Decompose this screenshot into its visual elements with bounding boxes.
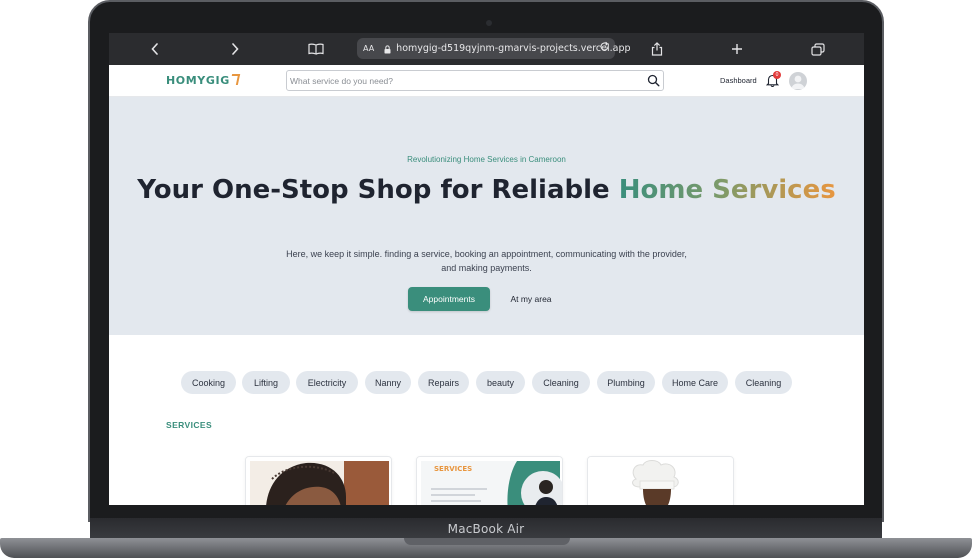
safari-toolbar: AA homygig-d519qyjnm-gmarvis-projects.ve…: [109, 33, 864, 65]
bookmarks-icon[interactable]: [306, 39, 326, 59]
service-card[interactable]: [587, 456, 734, 505]
new-tab-icon[interactable]: [727, 39, 747, 59]
card-banner-title: SERVICES: [434, 465, 473, 473]
search-input[interactable]: [287, 75, 637, 86]
url-text: homygig-d519qyjnm-gmarvis-projects.verce…: [396, 43, 631, 54]
camera-dot: [486, 20, 492, 26]
category-chip[interactable]: Repairs: [418, 371, 469, 394]
category-chip[interactable]: Cleaning: [532, 371, 590, 394]
logo-mark-icon: [229, 74, 240, 85]
search-icon[interactable]: [647, 74, 660, 87]
laptop-notch: [404, 538, 570, 545]
at-my-area-button[interactable]: At my area: [497, 287, 565, 311]
browser-screen: AA homygig-d519qyjnm-gmarvis-projects.ve…: [109, 33, 864, 505]
hero-section: Revolutionizing Home Services in Cameroo…: [109, 97, 864, 335]
service-card[interactable]: [245, 456, 392, 505]
logo-text: HOMYGIG: [166, 74, 230, 87]
category-chip[interactable]: Plumbing: [597, 371, 655, 394]
hero-title-plain: Your One-Stop Shop for Reliable: [137, 175, 619, 205]
category-chip[interactable]: Lifting: [242, 371, 290, 394]
laptop-chin: MacBook Air: [90, 518, 882, 540]
hero-title-accent: Home Services: [618, 175, 836, 205]
hero-description: Here, we keep it simple. finding a servi…: [286, 249, 687, 273]
homygig-logo[interactable]: HOMYGIG: [166, 74, 240, 87]
search-field: [286, 70, 664, 91]
user-avatar[interactable]: [789, 72, 807, 90]
back-icon[interactable]: [145, 39, 165, 59]
hero-kicker: Revolutionizing Home Services in Cameroo…: [407, 155, 566, 164]
hero-title: Your One-Stop Shop for Reliable Home Ser…: [109, 176, 864, 204]
share-icon[interactable]: [647, 39, 667, 59]
forward-icon[interactable]: [225, 39, 245, 59]
services-section-title: SERVICES: [166, 420, 213, 430]
dashboard-link[interactable]: Dashboard: [720, 76, 757, 85]
device-label: MacBook Air: [447, 522, 525, 536]
category-chip[interactable]: Electricity: [296, 371, 358, 394]
category-chip[interactable]: Home Care: [662, 371, 728, 394]
tabs-overview-icon[interactable]: [808, 39, 828, 59]
address-bar[interactable]: AA homygig-d519qyjnm-gmarvis-projects.ve…: [357, 38, 631, 59]
reload-icon[interactable]: [599, 41, 610, 55]
site-header: HOMYGIG Dashboard 0: [109, 65, 864, 97]
chef-photo: [588, 457, 733, 505]
barber-photo: [246, 457, 391, 505]
category-chip[interactable]: Cooking: [181, 371, 236, 394]
notification-count-badge: 0: [773, 71, 781, 79]
reader-aa-button[interactable]: AA: [363, 44, 374, 53]
category-chip[interactable]: Nanny: [365, 371, 411, 394]
category-chip[interactable]: beauty: [476, 371, 525, 394]
category-chips: Cooking Lifting Electricity Nanny Repair…: [181, 371, 801, 395]
lock-icon: [384, 44, 391, 53]
service-card[interactable]: SERVICES: [416, 456, 563, 505]
appointments-button[interactable]: Appointments: [408, 287, 490, 311]
category-chip[interactable]: Cleaning: [735, 371, 792, 394]
